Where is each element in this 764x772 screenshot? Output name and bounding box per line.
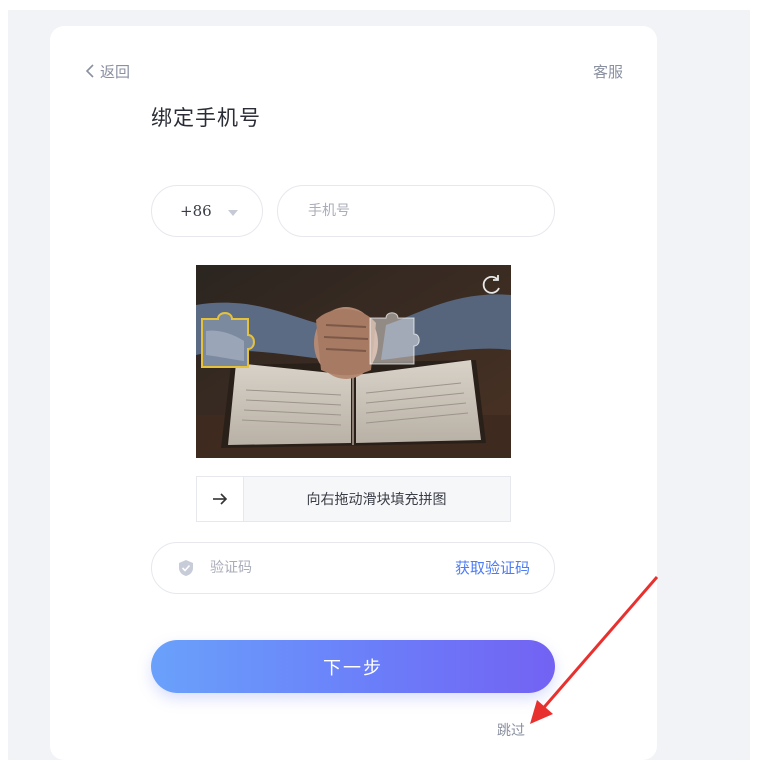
puzzle-piece[interactable]	[200, 311, 260, 371]
customer-service-link[interactable]: 客服	[593, 61, 623, 82]
slider-handle[interactable]	[197, 477, 244, 521]
shield-icon	[178, 559, 194, 577]
phone-field[interactable]	[277, 185, 555, 237]
skip-link[interactable]: 跳过	[497, 720, 525, 740]
back-button[interactable]: 返回	[84, 60, 130, 82]
verification-code-input[interactable]	[208, 559, 422, 577]
country-code-select[interactable]: +86	[151, 185, 263, 237]
back-label: 返回	[100, 62, 131, 81]
refresh-icon[interactable]	[481, 274, 503, 300]
triangle-down-icon	[227, 202, 238, 221]
verification-code-field[interactable]: 获取验证码	[151, 542, 555, 594]
arrow-right-icon	[212, 489, 228, 510]
next-step-button[interactable]: 下一步	[151, 640, 555, 693]
phone-input[interactable]	[306, 202, 510, 220]
get-code-button[interactable]: 获取验证码	[455, 543, 530, 593]
puzzle-target-slot	[369, 312, 420, 365]
page-title: 绑定手机号	[151, 106, 261, 130]
country-code-value: +86	[180, 202, 212, 220]
slider-hint: 向右拖动滑块填充拼图	[306, 492, 447, 508]
captcha-slider[interactable]: 向右拖动滑块填充拼图	[196, 476, 511, 522]
chevron-left-icon	[84, 64, 96, 78]
